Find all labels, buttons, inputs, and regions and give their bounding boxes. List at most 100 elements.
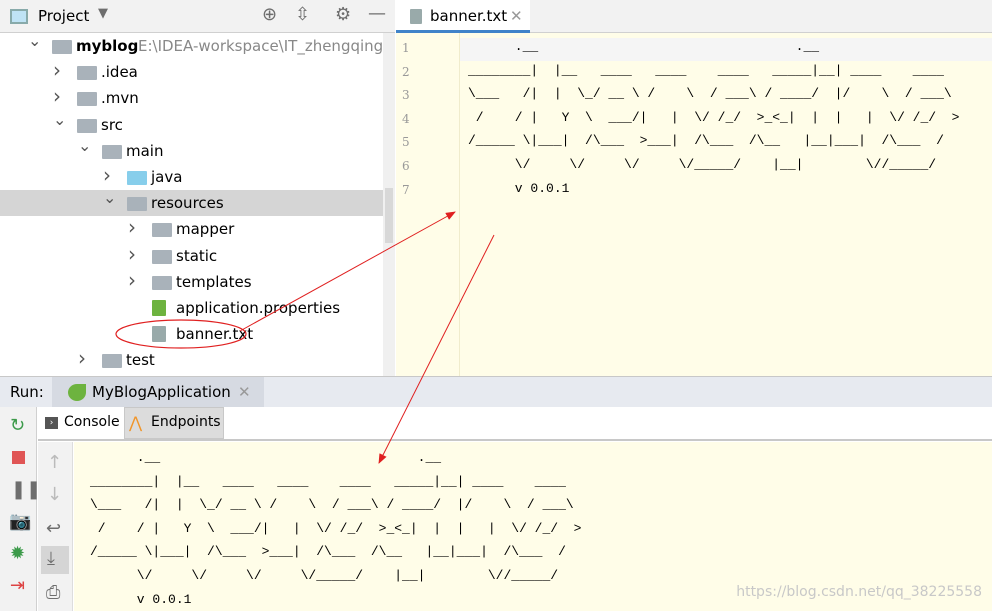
project-view-icon <box>10 9 28 24</box>
tree-item[interactable]: › java <box>0 162 383 190</box>
folder-icon <box>127 171 147 185</box>
tree-item[interactable]: ⌄ myblog E:\IDEA-workspace\IT_zhengqing\te… <box>0 33 394 59</box>
project-path: E:\IDEA-workspace\IT_zhengqing\test\ <box>138 37 395 55</box>
run-toolbar: ↻ ❚❚ 📷 ✹ ⇥ <box>0 407 41 611</box>
run-tab-label: MyBlogApplication <box>92 383 231 401</box>
tree-item-label: application.properties <box>176 299 341 317</box>
tree-item[interactable]: › mapper <box>0 214 383 242</box>
chevron-down-icon[interactable]: ⌄ <box>28 33 41 54</box>
print-icon[interactable]: ⎙ <box>46 582 60 603</box>
tree-item[interactable]: › test <box>0 345 383 373</box>
endpoints-icon: ⋀ <box>129 413 143 432</box>
tab-endpoints[interactable]: ⋀ Endpoints <box>124 407 224 439</box>
editor-tabs: banner.txt ✕ <box>396 0 992 33</box>
chevron-right-icon[interactable]: › <box>128 241 136 267</box>
camera-icon[interactable]: 📷 <box>9 511 31 532</box>
scroll-to-end-button[interactable]: ⤓ <box>41 546 69 574</box>
stop-icon[interactable] <box>12 451 25 464</box>
tree-item-label: templates <box>176 272 252 291</box>
run-bar: Run: MyBlogApplication ✕ <box>0 376 992 408</box>
chevron-right-icon[interactable]: › <box>128 267 136 293</box>
chevron-right-icon[interactable]: › <box>53 57 61 83</box>
down-arrow-icon[interactable]: ↓ <box>47 484 62 505</box>
line-number: 7 <box>402 182 410 197</box>
tree-scrollbar[interactable] <box>383 33 395 376</box>
console-line: \___ /| | \_/ __ \ / \ / ___\ / ____/ |/… <box>90 497 574 513</box>
code-line: \___ /| | \_/ __ \ / \ / ___\ / ____/ |/… <box>468 86 952 102</box>
console-line: / / | Y \ ___/| | \/ /_/ >_<_| | | | \/ … <box>90 520 582 536</box>
file-icon <box>152 300 166 316</box>
line-number: 2 <box>402 64 410 79</box>
folder-icon <box>102 144 122 159</box>
chevron-right-icon[interactable]: › <box>78 345 86 371</box>
tree-item[interactable]: › templates <box>0 267 383 295</box>
tab-console[interactable]: › Console <box>38 407 124 439</box>
line-number: 6 <box>402 159 410 173</box>
close-icon[interactable]: ✕ <box>510 7 523 25</box>
code-line: v 0.0.1 <box>468 180 570 196</box>
console-toolbar: ↑ ↓ ↩ ⤓ ⎙ <box>38 442 73 611</box>
code-line: / / | Y \ ___/| | \/ /_/ >_<_| | | | \/ … <box>468 109 960 125</box>
tree-item[interactable]: banner.txt <box>0 321 383 347</box>
rerun-icon[interactable]: ↻ <box>10 415 25 436</box>
tree-item[interactable]: ⌄ main <box>0 136 383 164</box>
console-icon: › <box>45 417 58 429</box>
text-file-icon <box>410 9 422 24</box>
chevron-down-icon[interactable]: ⌄ <box>78 133 91 159</box>
run-tab[interactable]: MyBlogApplication ✕ <box>52 377 264 408</box>
collapse-all-icon[interactable]: ⇳ <box>295 4 310 25</box>
gear-icon[interactable]: ⚙ <box>335 4 351 25</box>
project-panel-title[interactable]: Project <box>38 7 89 25</box>
code-line: .__ .__ <box>468 39 820 54</box>
folder-icon <box>52 40 72 54</box>
line-number: 5 <box>402 135 410 150</box>
tree-item-label: main <box>126 141 164 160</box>
chevron-down-icon[interactable]: ⌄ <box>103 185 116 211</box>
line-number: 4 <box>402 111 410 126</box>
tree-item[interactable]: › .idea <box>0 57 383 85</box>
tab-label: Endpoints <box>151 414 221 430</box>
exit-icon[interactable]: ⇥ <box>10 575 25 596</box>
folder-icon <box>152 249 172 264</box>
debug-icon[interactable]: ✹ <box>10 543 25 564</box>
run-subtabs: › Console ⋀ Endpoints <box>38 407 992 441</box>
minimize-icon[interactable]: — <box>368 3 386 24</box>
tab-label: Console <box>64 414 120 430</box>
file-icon <box>152 326 166 343</box>
folder-icon <box>102 354 122 369</box>
soft-wrap-icon[interactable]: ↩ <box>46 518 61 539</box>
scroll-to-end-icon: ⤓ <box>47 548 55 569</box>
console-line: ________| |__ ____ ____ ____ _____|__| _… <box>90 473 566 489</box>
editor[interactable]: 1 2 3 4 5 6 7 .__ .__ ________| |__ ____ ____ _… <box>396 33 992 376</box>
tree-item[interactable]: ⌄ resources <box>0 188 383 217</box>
chevron-right-icon[interactable]: › <box>53 83 61 109</box>
code-line: /_____ \|___| /\___ >___| /\___ /\__ |__… <box>468 133 944 149</box>
code-line: \/ \/ \/ \/_____/ |__| \//_____/ <box>468 157 937 172</box>
line-number: 1 <box>402 41 410 55</box>
tree-item[interactable]: ⌄ src <box>0 110 383 138</box>
tree-item-label: .mvn <box>101 89 139 108</box>
tree-item[interactable]: application.properties <box>0 295 383 321</box>
console-line: .__ .__ <box>90 450 442 465</box>
tree-item-label: mapper <box>176 220 235 239</box>
locate-icon[interactable]: ⊕ <box>262 4 277 25</box>
close-icon[interactable]: ✕ <box>238 383 251 401</box>
chevron-right-icon[interactable]: › <box>128 214 136 240</box>
pause-icon[interactable]: ❚❚ <box>11 479 41 500</box>
tree-item-label: .idea <box>101 63 138 82</box>
scrollbar-thumb[interactable] <box>385 188 393 243</box>
tree-item-label: static <box>176 246 218 265</box>
tree-item-label: resources <box>151 194 224 213</box>
tree-item-label: myblog <box>76 37 139 55</box>
tab-label: banner.txt <box>430 7 508 25</box>
chevron-down-icon[interactable]: ⌄ <box>53 107 66 133</box>
up-arrow-icon[interactable]: ↑ <box>47 452 62 473</box>
gutter: 1 2 3 4 5 6 7 <box>396 33 460 376</box>
console-line: /_____ \|___| /\___ >___| /\___ /\__ |__… <box>90 544 566 560</box>
chevron-right-icon[interactable]: › <box>103 162 111 188</box>
tree-item[interactable]: › static <box>0 241 383 269</box>
tab-banner-txt[interactable]: banner.txt ✕ <box>396 0 530 33</box>
project-panel-header: Project ▼ ⊕ ⇳ ⚙ — <box>0 0 395 33</box>
run-label: Run: <box>10 383 44 401</box>
chevron-down-icon[interactable]: ▼ <box>98 6 108 21</box>
